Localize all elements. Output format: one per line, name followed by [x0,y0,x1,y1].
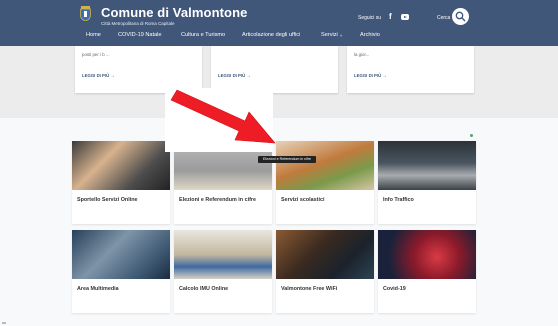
nav-item-cultura-turismo[interactable]: Cultura e Turismo [181,32,225,38]
service-label: Sportello Servizi Online [77,197,138,203]
search-label: Cerca [437,15,451,21]
crest-icon[interactable] [80,6,91,21]
service-tile-covid[interactable]: Covid-19 [378,230,476,313]
read-more-link[interactable]: LEGGI DI PIÙ → [354,73,387,78]
laptop-hands-image [72,141,170,190]
nav-item-covid-natale[interactable]: COVID-19 Natale [118,32,162,38]
site-title[interactable]: Comune di Valmontone [101,5,247,20]
service-tile-traffico[interactable]: Info Traffico [378,141,476,224]
site-subtitle: Città Metropolitana di Roma Capitale [101,21,175,26]
video-call-image [72,230,170,279]
site-header: Comune di Valmontone Città Metropolitana… [0,0,558,46]
hover-tooltip: Elezioni e Referendum in cifre [258,156,316,163]
service-label: Elezioni e Referendum in cifre [179,197,256,203]
nav-item-archivio[interactable]: Archivio [360,32,380,38]
coronavirus-image [378,230,476,279]
service-label: Valmontone Free WiFi [281,286,338,292]
nav-item-articolazione-uffici[interactable]: Articolazione degli uffici [242,32,300,38]
read-more-link[interactable]: LEGGI DI PIÙ → [82,73,115,78]
news-card[interactable]: la gior... LEGGI DI PIÙ → [347,46,474,93]
service-tile-wifi[interactable]: Valmontone Free WiFi [276,230,374,313]
service-label: Covid-19 [383,286,406,292]
house-model-image [174,230,272,279]
service-tile-sportello[interactable]: Sportello Servizi Online [72,141,170,224]
search-button[interactable] [452,8,469,25]
read-more-link[interactable]: LEGGI DI PIÙ → [218,73,251,78]
news-card[interactable]: LEGGI DI PIÙ → [211,46,338,93]
service-tile-imu[interactable]: Calcolo IMU Online [174,230,272,313]
service-tile-multimedia[interactable]: Area Multimedia [72,230,170,313]
service-label: Area Multimedia [77,286,119,292]
traffic-jam-image [378,141,476,190]
divider [2,322,6,324]
news-excerpt: la gior... [354,52,370,57]
service-label: Info Traffico [383,197,414,203]
school-meals-image [276,141,374,190]
nav-item-home[interactable]: Home [86,32,101,38]
annotation-patch [165,88,273,152]
service-tile-scolastici[interactable]: Servizi scolastici [276,141,374,224]
follow-label: Seguici su [358,15,382,21]
nav-item-servizi[interactable]: Servizi [321,32,338,38]
smartphone-image [276,230,374,279]
facebook-icon[interactable]: f [389,12,392,21]
service-tile-elezioni[interactable]: Elezioni e Referendum in cifre [174,141,272,224]
chevron-down-icon: ˅ [340,33,343,38]
news-card[interactable]: posti per i b ... LEGGI DI PIÙ → [75,46,202,93]
search-icon [455,11,466,22]
status-dot [470,134,473,137]
youtube-icon[interactable] [401,14,409,20]
news-excerpt: posti per i b ... [82,52,110,57]
service-label: Calcolo IMU Online [179,286,229,292]
service-label: Servizi scolastici [281,197,325,203]
